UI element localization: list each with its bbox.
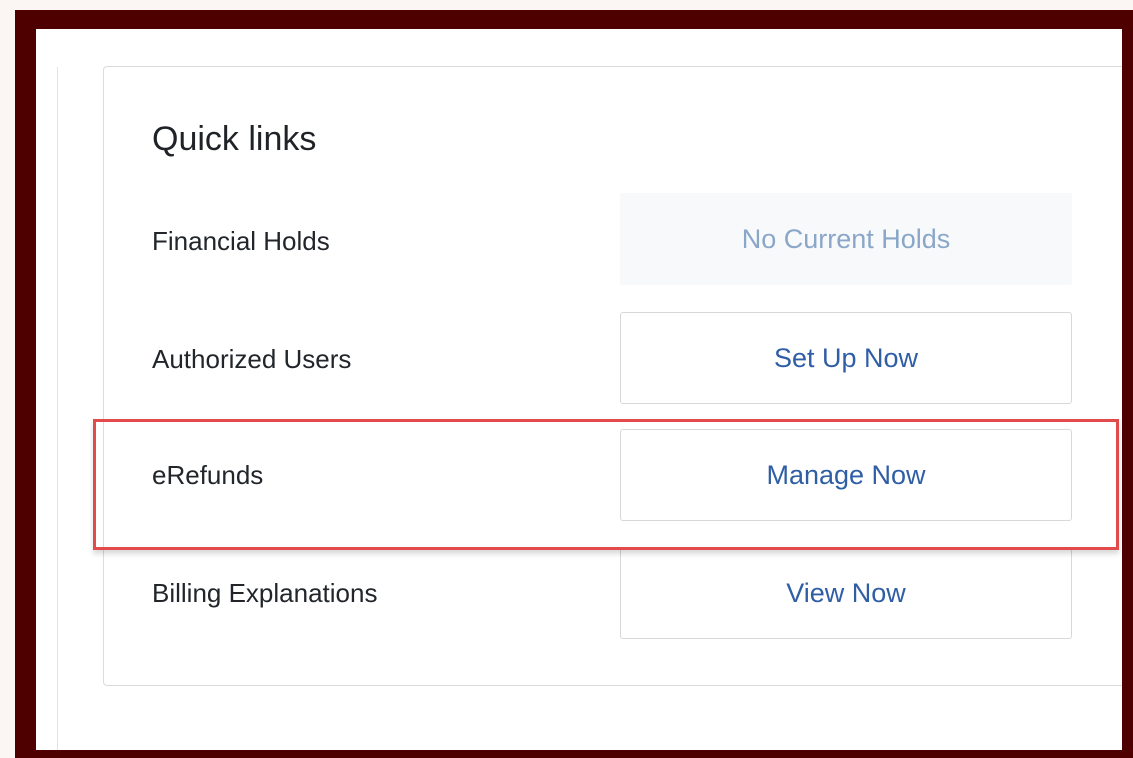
quick-links-card: Quick links Financial Holds No Current H… <box>103 66 1122 686</box>
authorized-users-label: Authorized Users <box>152 344 352 374</box>
view-now-button[interactable]: View Now <box>620 547 1072 639</box>
left-panel-divider <box>57 67 58 750</box>
quick-links-title: Quick links <box>152 120 317 158</box>
billing-explanations-label: Billing Explanations <box>152 578 378 608</box>
page-content: Quick links Financial Holds No Current H… <box>36 29 1122 750</box>
set-up-now-button[interactable]: Set Up Now <box>620 312 1072 404</box>
erefunds-label: eRefunds <box>152 460 264 490</box>
screenshot-frame: Quick links Financial Holds No Current H… <box>15 10 1133 758</box>
financial-holds-status: No Current Holds <box>620 193 1072 285</box>
financial-holds-label: Financial Holds <box>152 226 330 256</box>
manage-now-button[interactable]: Manage Now <box>620 429 1072 521</box>
